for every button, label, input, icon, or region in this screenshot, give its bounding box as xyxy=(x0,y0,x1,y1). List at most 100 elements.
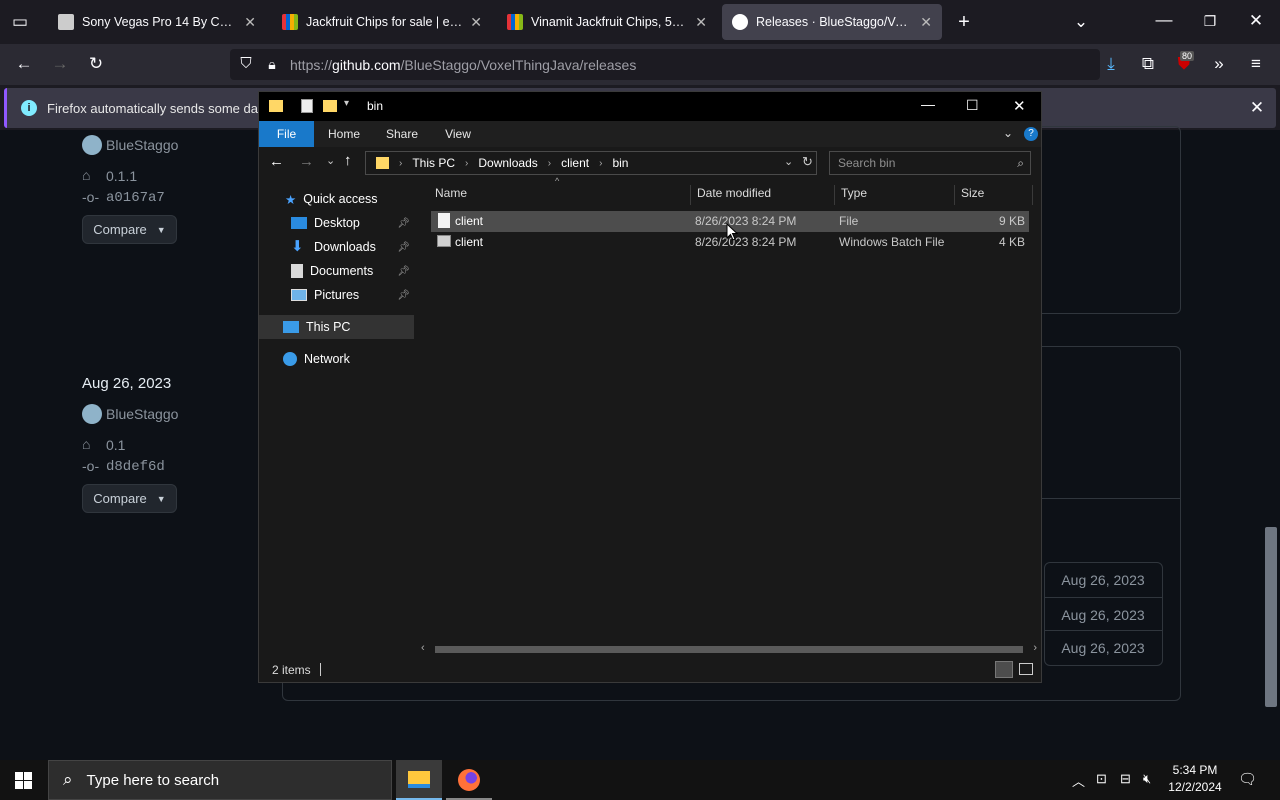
nav-documents[interactable]: Documents 📌︎ xyxy=(259,259,414,283)
file-date: 8/26/2023 8:24 PM xyxy=(695,235,797,249)
taskbar-firefox[interactable] xyxy=(446,760,492,800)
release-author[interactable]: BlueStaggo xyxy=(106,137,178,153)
search-icon: ⌕ xyxy=(1017,156,1024,170)
release-tag[interactable]: 0.1.1 xyxy=(106,168,137,184)
close-window-icon[interactable]: ✕ xyxy=(1244,9,1268,33)
breadcrumb-client[interactable]: client xyxy=(561,156,589,170)
restore-icon[interactable]: ❐ xyxy=(1198,9,1222,33)
clock-time: 5:34 PM xyxy=(1172,763,1218,777)
compare-button[interactable]: Compare ▼ xyxy=(82,215,177,244)
horizontal-scrollbar-thumb[interactable] xyxy=(435,646,1023,653)
tab-home[interactable]: Home xyxy=(321,121,367,147)
system-clock[interactable]: 5:34 PM 12/2/2024 xyxy=(1166,762,1224,798)
nav-network[interactable]: Network xyxy=(259,347,414,371)
reload-icon[interactable]: ↻ xyxy=(84,52,108,76)
pin-icon: 📌︎ xyxy=(397,217,410,229)
forward-icon[interactable]: → xyxy=(48,52,72,76)
extensions-icon[interactable]: ⧉ xyxy=(1136,52,1160,76)
info-icon: i xyxy=(21,100,37,116)
close-tab-icon[interactable]: ✕ xyxy=(695,14,707,31)
show-hidden-icons-icon[interactable]: ︿ xyxy=(1072,771,1085,790)
network-tray-icon[interactable]: ⊟ xyxy=(1120,771,1131,787)
close-tab-icon[interactable]: ✕ xyxy=(920,14,932,31)
breadcrumb-this-pc[interactable]: This PC xyxy=(412,156,455,170)
new-folder-icon[interactable] xyxy=(323,100,337,112)
address-bar[interactable]: › This PC › Downloads › client › bin ⌄ ↻ xyxy=(365,151,817,175)
more-tools-icon[interactable]: » xyxy=(1207,52,1231,76)
tracking-shield-icon[interactable]: ⛉ xyxy=(234,52,258,76)
star-icon: ★ xyxy=(285,192,297,207)
volume-muted-icon[interactable]: 🔇︎ xyxy=(1143,771,1151,787)
new-tab-icon[interactable]: + xyxy=(952,10,976,34)
tab-sony-vegas[interactable]: Sony Vegas Pro 14 By Cankrii : C ✕ xyxy=(48,4,266,40)
taskbar-search-input[interactable]: ⌕ Type here to search xyxy=(48,760,392,800)
explorer-titlebar[interactable]: ▾ bin — ☐ ✕ xyxy=(259,92,1041,121)
tab-view[interactable]: View xyxy=(435,121,481,147)
nav-quick-access[interactable]: ★ Quick access xyxy=(259,187,414,211)
lock-icon[interactable]: 🔒︎ xyxy=(260,52,284,76)
scroll-left-icon[interactable]: ‹ xyxy=(421,642,425,654)
minimize-icon[interactable]: — xyxy=(921,96,935,112)
nav-desktop[interactable]: Desktop 📌︎ xyxy=(259,211,414,235)
refresh-icon[interactable]: ↻ xyxy=(802,154,813,170)
search-input[interactable]: Search bin ⌕ xyxy=(829,151,1031,175)
file-icon xyxy=(438,213,450,228)
asset-date: Aug 26, 2023 xyxy=(1044,630,1162,664)
file-type: File xyxy=(839,214,859,228)
scroll-right-icon[interactable]: › xyxy=(1033,642,1037,654)
properties-icon[interactable] xyxy=(301,99,313,113)
breadcrumb-bin[interactable]: bin xyxy=(612,156,628,170)
up-icon[interactable]: ↑ xyxy=(344,152,352,169)
meet-now-icon[interactable]: ⊡ xyxy=(1096,771,1107,787)
card-divider xyxy=(1042,498,1180,499)
firefox-view-icon[interactable]: ▭ xyxy=(8,10,32,34)
address-dropdown-icon[interactable]: ⌄ xyxy=(784,155,793,168)
release-tag[interactable]: 0.1 xyxy=(106,437,125,453)
expand-ribbon-icon[interactable]: ⌄ xyxy=(1003,126,1013,140)
details-view-icon[interactable] xyxy=(995,661,1013,678)
file-size: 9 KB xyxy=(998,214,1025,228)
tab-github-releases[interactable]: Releases · BlueStaggo/VoxelThi ✕ xyxy=(722,4,942,40)
minimize-icon[interactable]: — xyxy=(1152,8,1176,32)
file-explorer-window: ▾ bin — ☐ ✕ File Home Share View ⌄ ? ← →… xyxy=(258,91,1042,683)
taskbar-file-explorer[interactable] xyxy=(396,760,442,800)
tab-file[interactable]: File xyxy=(259,121,314,147)
back-icon[interactable]: ← xyxy=(12,52,36,76)
notifications-icon[interactable]: 🗨︎ xyxy=(1238,770,1257,788)
close-tab-icon[interactable]: ✕ xyxy=(244,14,256,31)
start-windows-icon[interactable] xyxy=(15,772,32,789)
tab-vinamit[interactable]: Vinamit Jackfruit Chips, 500g (1 ✕ xyxy=(497,4,717,40)
tab-share[interactable]: Share xyxy=(379,121,425,147)
help-icon[interactable]: ? xyxy=(1024,127,1038,141)
column-name[interactable]: Name xyxy=(429,185,691,205)
forward-icon[interactable]: → xyxy=(299,153,314,170)
nav-downloads[interactable]: ⬇ Downloads 📌︎ xyxy=(259,235,414,259)
recent-locations-icon[interactable]: ⌄ xyxy=(326,154,335,167)
release-commit[interactable]: d8def6d xyxy=(106,459,165,475)
release-commit[interactable]: a0167a7 xyxy=(106,190,165,206)
maximize-icon[interactable]: ☐ xyxy=(966,97,979,114)
quick-access-toolbar-dropdown-icon[interactable]: ▾ xyxy=(344,98,349,109)
column-date-modified[interactable]: Date modified xyxy=(691,185,835,205)
tab-ebay[interactable]: Jackfruit Chips for sale | eBay ✕ xyxy=(272,4,492,40)
downloads-icon[interactable]: ⤓ xyxy=(1099,52,1123,76)
close-icon[interactable]: ✕ xyxy=(1013,97,1026,115)
search-icon: ⌕ xyxy=(63,770,73,789)
column-size[interactable]: Size xyxy=(955,185,1033,205)
release-author[interactable]: BlueStaggo xyxy=(106,406,178,422)
nav-pictures[interactable]: Pictures 📌︎ xyxy=(259,283,414,307)
compare-button[interactable]: Compare ▼ xyxy=(82,484,177,513)
page-scrollbar-thumb[interactable] xyxy=(1265,527,1277,707)
close-notification-icon[interactable]: ✕ xyxy=(1245,96,1269,120)
list-all-tabs-icon[interactable]: ⌄ xyxy=(1069,10,1093,34)
url-bar[interactable]: ⛉ 🔒︎ https://github.com/BlueStaggo/Voxel… xyxy=(230,49,1100,80)
column-type[interactable]: Type xyxy=(835,185,955,205)
close-tab-icon[interactable]: ✕ xyxy=(470,14,482,31)
nav-this-pc[interactable]: This PC xyxy=(259,315,414,339)
back-icon[interactable]: ← xyxy=(269,153,284,170)
file-name: client xyxy=(455,214,484,228)
file-name: client xyxy=(455,235,484,249)
large-icons-view-icon[interactable] xyxy=(1019,663,1033,675)
menu-icon[interactable]: ≡ xyxy=(1244,52,1268,76)
breadcrumb-downloads[interactable]: Downloads xyxy=(478,156,537,170)
